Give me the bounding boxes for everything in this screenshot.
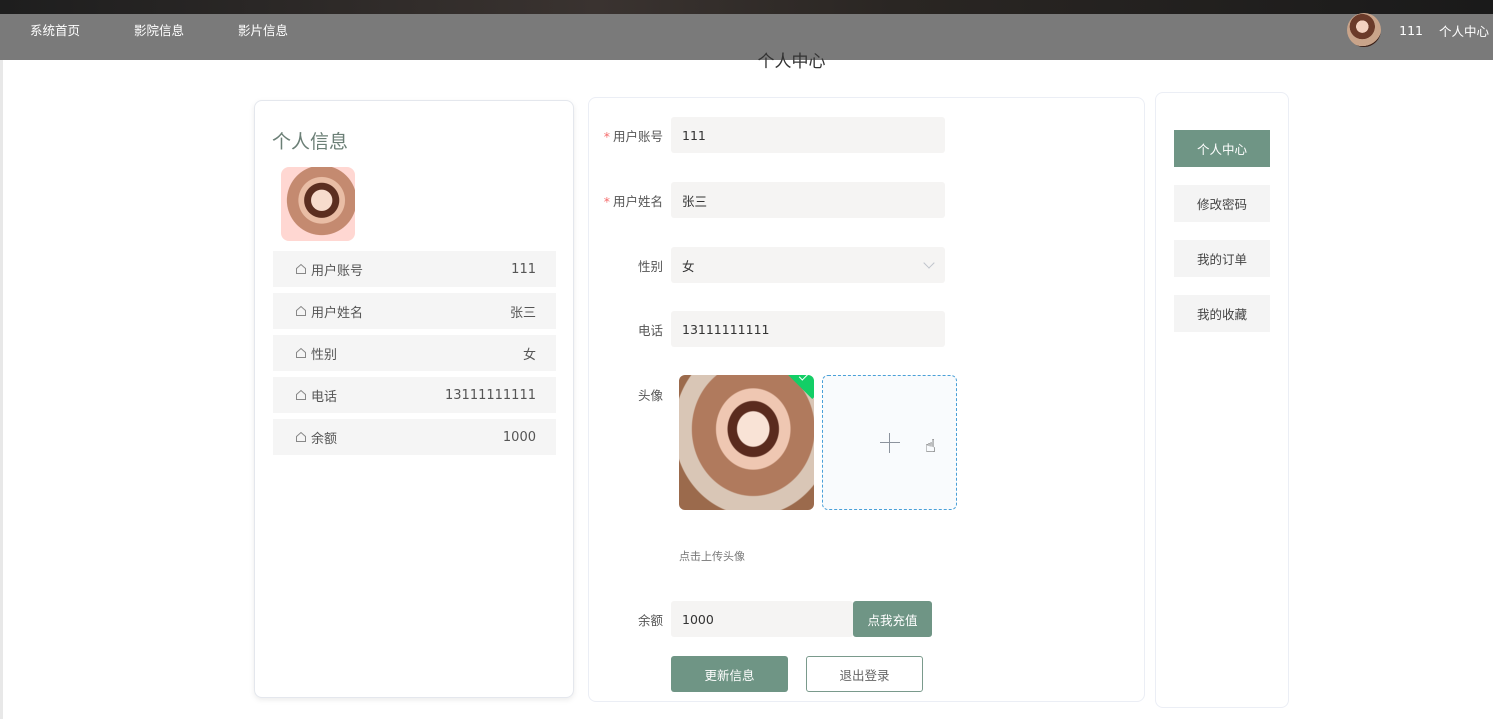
required-mark: * — [603, 128, 610, 144]
menu-item-my-orders[interactable]: 我的订单 — [1174, 240, 1270, 277]
page-title: 个人中心 — [757, 52, 826, 72]
logout-button[interactable]: 退出登录 — [806, 656, 923, 692]
form-row-avatar: 头像 — [589, 385, 671, 404]
profile-avatar — [281, 167, 355, 241]
info-label: 用户姓名 — [311, 305, 364, 321]
menu-item-my-favorites[interactable]: 我的收藏 — [1174, 295, 1270, 332]
nav-item-cinema[interactable]: 影院信息 — [134, 20, 184, 39]
chevron-down-icon — [923, 257, 935, 269]
balance-value: 1000 — [682, 611, 714, 627]
info-label: 电话 — [311, 389, 338, 405]
side-menu: 个人中心 修改密码 我的订单 我的收藏 — [1155, 92, 1289, 708]
info-row-phone: 电话 13111111111 — [273, 377, 556, 413]
user-avatar[interactable] — [1347, 13, 1382, 47]
main-nav: 系统首页 影院信息 影片信息 — [0, 14, 312, 44]
account-label: 用户账号 — [612, 128, 663, 144]
plus-icon — [879, 432, 900, 453]
left-divider — [0, 60, 3, 719]
avatar-upload-button[interactable]: ☝ — [822, 375, 957, 510]
user-area: 111 个人中心 — [1347, 12, 1489, 48]
info-label: 余额 — [311, 431, 338, 447]
personal-center-link[interactable]: 个人中心 — [1439, 21, 1489, 40]
phone-label: 电话 — [637, 322, 663, 338]
account-value: 111 — [682, 127, 706, 143]
account-input[interactable]: 111 — [671, 117, 945, 153]
balance-input[interactable]: 1000 — [671, 601, 853, 637]
home-icon — [296, 347, 306, 358]
form-row-balance: 余额 1000 点我充值 — [589, 601, 932, 637]
form-row-phone: 电话 13111111111 — [589, 311, 945, 347]
info-row-name: 用户姓名 张三 — [273, 293, 556, 329]
home-icon — [296, 431, 306, 442]
hand-cursor-icon: ☝ — [925, 436, 936, 457]
info-value: 111 — [511, 261, 536, 277]
info-label: 性别 — [311, 347, 338, 363]
home-icon — [296, 389, 306, 400]
profile-form-card: * 用户账号 111 * 用户姓名 张三 性别 女 电话 13111111111 头… — [588, 97, 1145, 702]
gender-label: 性别 — [637, 258, 663, 274]
balance-label: 余额 — [637, 612, 663, 628]
home-icon — [296, 305, 306, 316]
info-row-balance: 余额 1000 — [273, 419, 556, 455]
phone-input[interactable]: 13111111111 — [671, 311, 945, 347]
name-value: 张三 — [682, 193, 708, 209]
uploaded-avatar-image[interactable] — [679, 375, 814, 510]
phone-value: 13111111111 — [682, 321, 770, 337]
recharge-button[interactable]: 点我充值 — [853, 601, 932, 637]
name-label: 用户姓名 — [612, 193, 663, 209]
check-icon — [798, 375, 808, 381]
gender-select[interactable]: 女 — [671, 247, 945, 283]
nav-item-movie[interactable]: 影片信息 — [238, 20, 288, 39]
form-row-gender: 性别 女 — [589, 247, 945, 283]
info-value: 13111111111 — [445, 387, 536, 403]
info-row-account: 用户账号 111 — [273, 251, 556, 287]
upload-success-badge — [783, 375, 814, 400]
name-input[interactable]: 张三 — [671, 182, 945, 218]
menu-item-change-password[interactable]: 修改密码 — [1174, 185, 1270, 222]
update-info-button[interactable]: 更新信息 — [671, 656, 788, 692]
nav-item-home[interactable]: 系统首页 — [30, 20, 80, 39]
avatar-label: 头像 — [637, 388, 663, 403]
info-value: 1000 — [502, 429, 536, 445]
form-row-account: * 用户账号 111 — [589, 117, 945, 153]
info-label: 用户账号 — [311, 263, 364, 279]
menu-item-personal-center[interactable]: 个人中心 — [1174, 130, 1270, 167]
form-row-name: * 用户姓名 张三 — [589, 182, 945, 218]
profile-card-title: 个人信息 — [272, 131, 349, 153]
upload-hint: 点击上传头像 — [679, 550, 745, 563]
user-name: 111 — [1399, 22, 1423, 38]
required-mark: * — [603, 193, 610, 209]
profile-card: 个人信息 用户账号 111 用户姓名 张三 性别 女 电话 1311111111… — [254, 100, 574, 698]
info-value: 女 — [522, 347, 536, 363]
info-value: 张三 — [509, 305, 536, 321]
home-icon — [296, 263, 306, 274]
banner-strip — [0, 0, 1493, 14]
gender-value: 女 — [682, 258, 695, 274]
info-row-gender: 性别 女 — [273, 335, 556, 371]
